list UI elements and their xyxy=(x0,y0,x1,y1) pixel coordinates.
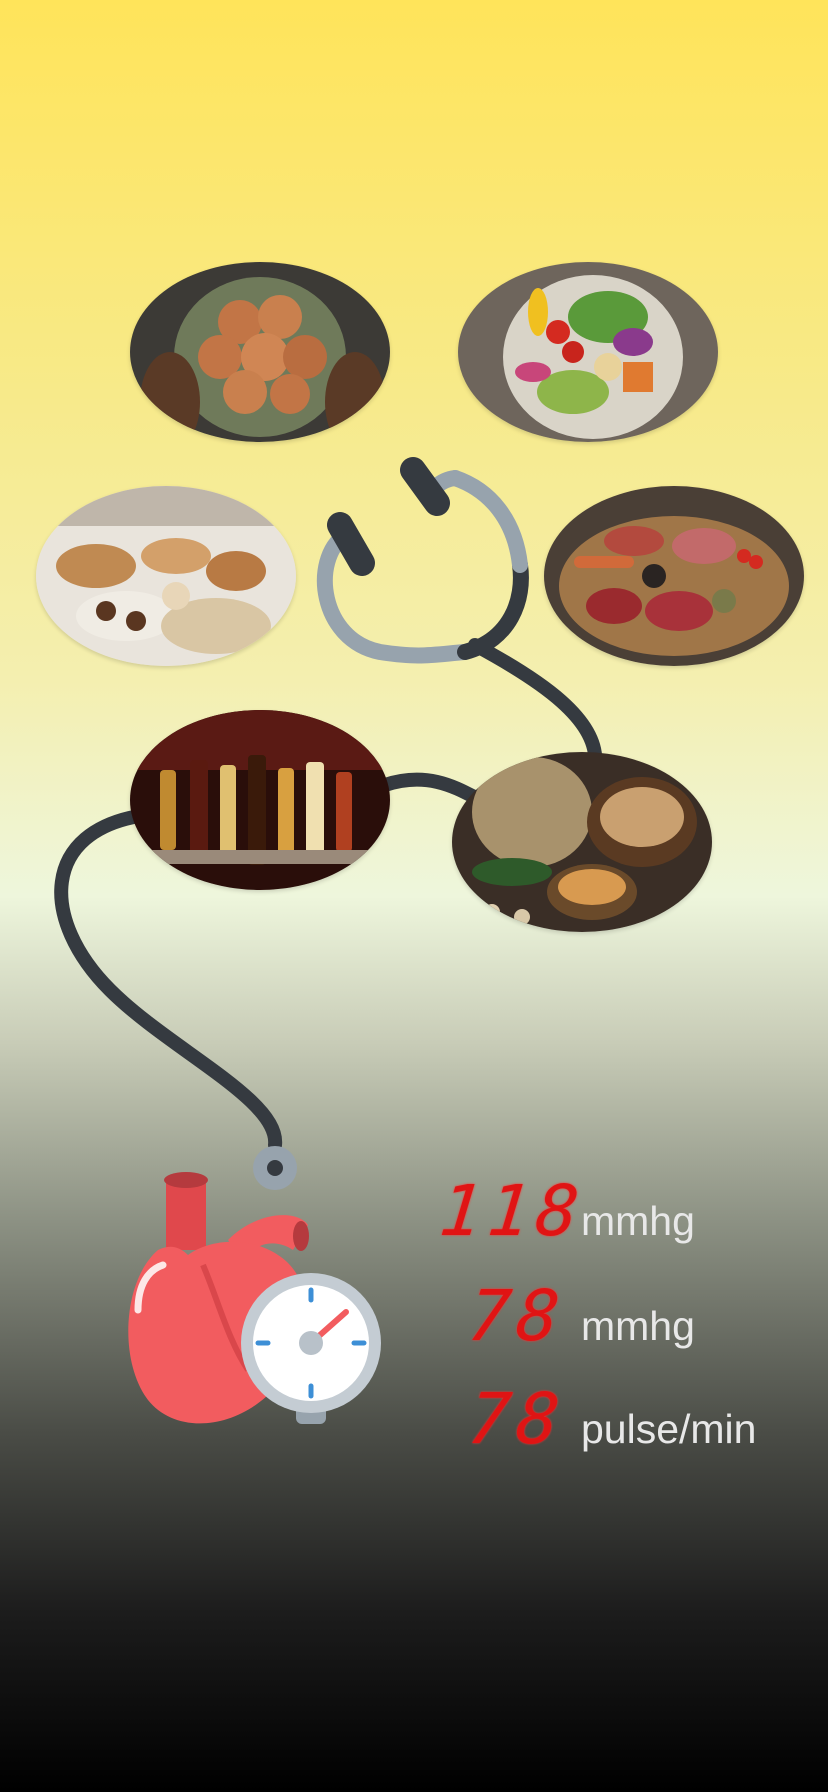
pulse-unit: pulse/min xyxy=(581,1406,757,1452)
vegetable-salad-photo xyxy=(458,262,718,442)
pastries-photo xyxy=(36,486,296,666)
pulse-reading: 78 pulse/min xyxy=(440,1378,757,1460)
gauge-icon xyxy=(241,1273,381,1424)
eggs-bowl-photo xyxy=(130,262,390,442)
stethoscope-icon xyxy=(54,457,603,1190)
systolic-value: 118 xyxy=(435,1170,589,1252)
diastolic-value: 78 xyxy=(464,1275,570,1357)
systolic-unit: mmhg xyxy=(581,1198,695,1244)
systolic-reading: 118 mmhg xyxy=(436,1170,695,1252)
raw-meat-photo xyxy=(544,486,804,666)
liquor-bottles-photo xyxy=(130,710,390,890)
diastolic-reading: 78 mmhg xyxy=(440,1275,695,1357)
diastolic-unit: mmhg xyxy=(581,1303,695,1349)
pulse-value: 78 xyxy=(464,1378,570,1460)
nuts-photo xyxy=(452,752,712,932)
